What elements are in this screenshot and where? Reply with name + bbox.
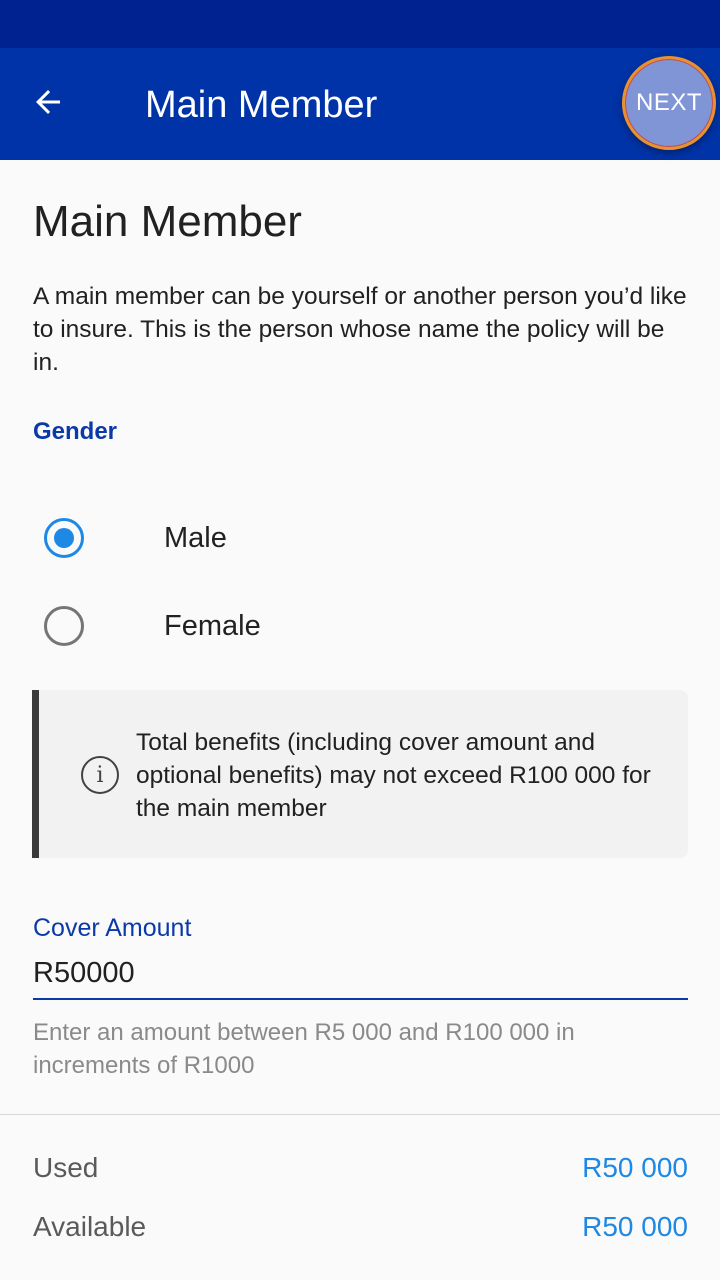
intro-text: A main member can be yourself or another… xyxy=(33,283,687,376)
divider xyxy=(0,1114,720,1115)
radio-label-female: Female xyxy=(164,609,261,642)
app-bar-title: Main Member xyxy=(145,84,378,126)
radio-option-female[interactable]: Female xyxy=(0,586,720,666)
cover-amount-helper: Enter an amount between R5 000 and R100 … xyxy=(33,1019,575,1079)
used-label: Used xyxy=(33,1152,99,1183)
available-label: Available xyxy=(33,1211,147,1242)
used-value: R50 000 xyxy=(582,1152,688,1183)
cover-amount-input[interactable] xyxy=(33,954,688,1000)
gender-label: Gender xyxy=(33,418,118,445)
available-value: R50 000 xyxy=(582,1211,688,1242)
status-bar xyxy=(0,0,720,48)
next-button[interactable]: NEXT xyxy=(622,56,716,150)
info-box: i Total benefits (including cover amount… xyxy=(32,690,688,858)
summary-available-row: Available R50 000 xyxy=(33,1207,688,1247)
radio-label-male: Male xyxy=(164,521,227,554)
arrow-left-icon xyxy=(36,90,60,114)
app-bar: Main Member NEXT xyxy=(0,48,720,160)
summary-used-row: Used R50 000 xyxy=(33,1148,688,1188)
radio-button-unchecked[interactable] xyxy=(44,606,84,646)
radio-option-male[interactable]: Male xyxy=(0,498,720,578)
radio-button-checked[interactable] xyxy=(44,518,84,558)
info-text: Total benefits (including cover amount a… xyxy=(136,729,651,822)
back-button[interactable] xyxy=(22,76,74,128)
info-icon: i xyxy=(81,756,119,794)
page-title: Main Member xyxy=(33,197,302,246)
cover-amount-label: Cover Amount xyxy=(33,914,192,942)
